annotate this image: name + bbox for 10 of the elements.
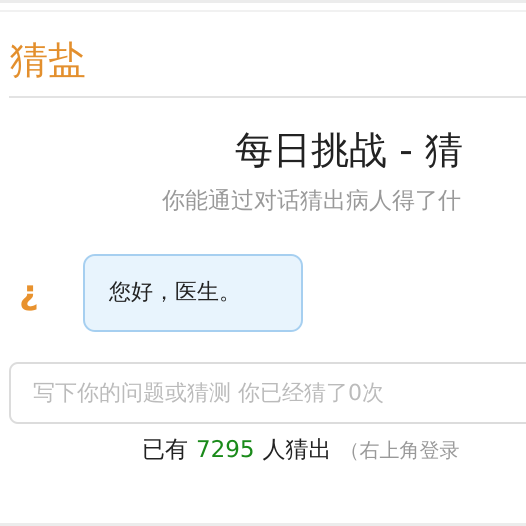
solver-count: 7295 bbox=[196, 436, 255, 465]
message-bubble: 您好，医生。 bbox=[83, 254, 303, 332]
stats-label: 已有 bbox=[142, 436, 188, 465]
question-icon: ¿ bbox=[19, 273, 45, 313]
site-logo[interactable]: 猜盐 bbox=[10, 38, 86, 82]
challenge-subtitle: 你能通过对话猜出病人得了什 bbox=[162, 188, 461, 214]
stats-label: 人猜出 bbox=[262, 436, 332, 465]
login-note: （右上角登录 bbox=[340, 437, 460, 464]
challenge-title: 每日挑战 - 猜 bbox=[235, 128, 463, 172]
question-field[interactable]: 写下你的问题或猜测 你已经猜了0次 bbox=[9, 362, 526, 424]
